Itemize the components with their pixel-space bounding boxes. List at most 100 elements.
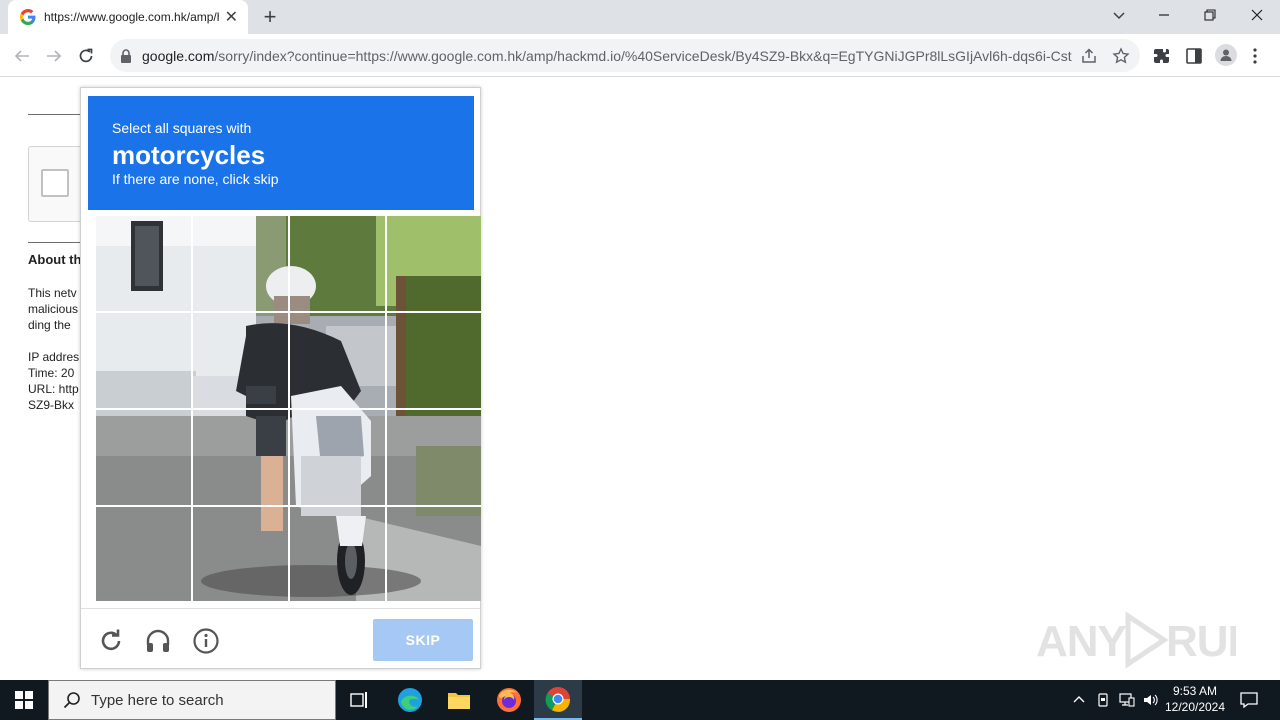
more-vert-icon[interactable] [1252, 46, 1258, 66]
grid-tile[interactable] [387, 507, 481, 601]
network-icon [1119, 693, 1135, 707]
search-input[interactable] [91, 691, 321, 709]
edge-app[interactable] [386, 680, 434, 720]
windows-taskbar: 9:53 AM 12/20/2024 [0, 680, 1280, 720]
tab-title: https://www.google.com.hk/amp/hackmd.io/… [44, 10, 219, 24]
firefox-icon [497, 688, 521, 712]
minimize-icon [1159, 14, 1169, 16]
headphones-icon [146, 629, 170, 652]
firefox-app[interactable] [485, 680, 533, 720]
show-hidden-icons-button[interactable] [1068, 680, 1090, 720]
close-window-button[interactable] [1234, 0, 1280, 30]
recaptcha-checkbox[interactable] [41, 169, 69, 197]
about-heading: About th [28, 252, 82, 267]
restore-button[interactable] [1187, 0, 1233, 30]
challenge-hint: If there are none, click skip [112, 171, 279, 187]
chrome-icon [545, 687, 571, 712]
clock-date: 12/20/2024 [1164, 700, 1226, 714]
new-tab-button[interactable]: + [258, 5, 282, 29]
chevron-up-icon [1073, 696, 1085, 703]
reload-button[interactable] [72, 42, 100, 70]
person-icon [1220, 49, 1232, 61]
grid-tile[interactable] [193, 313, 288, 408]
grid-tile[interactable] [290, 313, 385, 408]
url-text[interactable]: google.com/sorry/index?continue=https://… [142, 48, 1072, 64]
browser-toolbar: google.com/sorry/index?continue=https://… [0, 34, 1280, 77]
info-icon [193, 628, 219, 654]
skip-button[interactable]: SKIP [373, 619, 473, 661]
edge-icon [398, 688, 422, 712]
grid-tile[interactable] [96, 507, 191, 601]
minimize-button[interactable] [1141, 0, 1187, 30]
about-line-1: This netv [28, 286, 77, 300]
challenge-footer: SKIP [81, 608, 480, 668]
notification-icon [1240, 692, 1258, 708]
grid-tile[interactable] [387, 410, 481, 505]
grid-tile[interactable] [290, 216, 385, 311]
lock-icon[interactable] [120, 48, 134, 63]
anyrun-logo-icon: ANY RUN [1036, 611, 1236, 669]
url-path: /sorry/index?continue=https://www.google… [214, 47, 1072, 64]
challenge-image-grid [96, 216, 481, 601]
reload-challenge-button[interactable] [97, 627, 125, 655]
grid-tile[interactable] [387, 313, 481, 408]
volume-tray[interactable] [1140, 680, 1162, 720]
start-button[interactable] [0, 680, 48, 720]
challenge-instruction: Select all squares with [112, 120, 252, 136]
speaker-icon [1144, 694, 1158, 706]
notifications-button[interactable] [1234, 680, 1264, 720]
folder-icon [448, 693, 470, 709]
taskbar-search[interactable] [48, 680, 336, 720]
grid-tile[interactable] [387, 216, 481, 311]
grid-tile[interactable] [96, 216, 191, 311]
network-tray[interactable] [1116, 680, 1138, 720]
browser-tab-active[interactable]: https://www.google.com.hk/amp/hackmd.io/… [8, 0, 248, 34]
grid-tile[interactable] [96, 410, 191, 505]
about-line-2: malicious [28, 302, 79, 316]
task-view-icon [350, 692, 367, 708]
search-icon [63, 692, 80, 709]
divider [28, 242, 88, 243]
reload-icon [79, 48, 93, 63]
task-view-button[interactable] [336, 680, 384, 720]
arrow-left-icon [14, 50, 29, 62]
svg-text:ANY: ANY [1036, 617, 1127, 666]
windows-logo-icon [15, 691, 33, 709]
grid-tile[interactable] [193, 507, 288, 601]
back-button[interactable] [8, 42, 36, 70]
profile-avatar[interactable] [1215, 44, 1237, 66]
tab-search-button[interactable] [1096, 0, 1142, 30]
extensions-puzzle-icon[interactable] [1153, 47, 1171, 65]
restore-icon [1204, 9, 1216, 21]
taskbar-clock[interactable]: 9:53 AM 12/20/2024 [1160, 683, 1230, 715]
address-bar[interactable]: google.com/sorry/index?continue=https://… [110, 39, 1140, 72]
grid-tile[interactable] [290, 410, 385, 505]
meet-now-tray[interactable] [1092, 680, 1114, 720]
audio-challenge-button[interactable] [144, 627, 172, 655]
device-icon [1098, 693, 1108, 707]
grid-tile[interactable] [96, 313, 191, 408]
clock-time: 9:53 AM [1172, 684, 1218, 698]
forward-button[interactable] [40, 42, 68, 70]
bookmark-star-icon[interactable] [1112, 47, 1130, 65]
grid-tile[interactable] [193, 216, 288, 311]
grid-line [96, 311, 481, 313]
close-tab-icon[interactable]: ✕ [225, 7, 238, 27]
chrome-app[interactable] [534, 680, 582, 720]
chevron-down-icon [1113, 12, 1125, 20]
url-line: URL: http [28, 382, 79, 396]
grid-line [96, 408, 481, 410]
arrow-right-icon [47, 50, 62, 62]
side-panel-icon[interactable] [1185, 47, 1203, 65]
grid-line [96, 505, 481, 507]
file-explorer-app[interactable] [435, 680, 483, 720]
help-button[interactable] [192, 627, 220, 655]
share-icon[interactable] [1080, 47, 1098, 65]
grid-tile[interactable] [193, 410, 288, 505]
recaptcha-anchor[interactable] [28, 146, 88, 222]
grid-tile[interactable] [290, 507, 385, 601]
close-icon [1251, 9, 1263, 21]
url-host: google.com [142, 47, 215, 64]
about-line-3: ding the [28, 318, 71, 332]
reload-icon [101, 629, 121, 651]
